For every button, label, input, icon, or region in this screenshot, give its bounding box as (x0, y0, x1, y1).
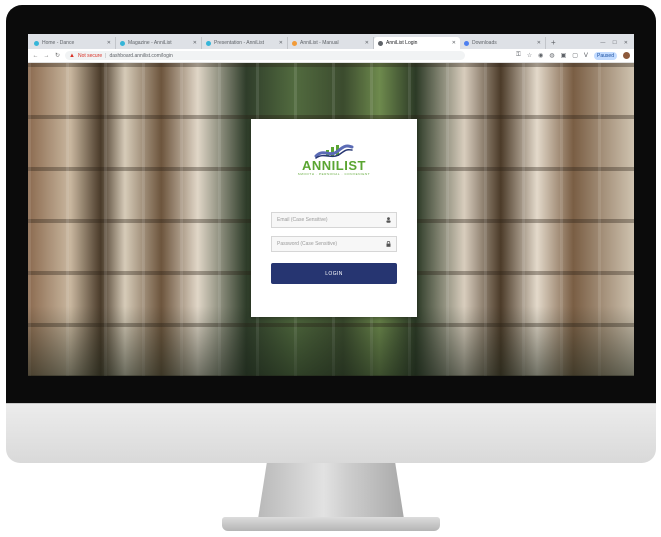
tab-favicon-icon (206, 40, 211, 46)
close-icon[interactable]: ✕ (537, 40, 541, 46)
close-icon[interactable]: ✕ (452, 40, 456, 46)
forward-icon[interactable]: → (43, 53, 50, 59)
close-icon[interactable]: ✕ (365, 40, 369, 46)
user-icon (385, 217, 391, 223)
key-icon[interactable]: ⚿ (516, 52, 521, 59)
browser-tab-5[interactable]: Downloads ✕ (460, 37, 546, 49)
browser-tab-1[interactable]: Magazine - AnniList ✕ (116, 37, 202, 49)
maximize-icon[interactable]: ☐ (612, 37, 616, 49)
minimize-icon[interactable]: — (600, 37, 605, 49)
brand-tagline: SMOOTH · PERSONAL · CONVENIENT (297, 172, 371, 176)
email-input[interactable] (277, 217, 386, 223)
brand-logo: ANNILIST SMOOTH · PERSONAL · CONVENIENT (251, 143, 417, 185)
browser-tab-4[interactable]: AnniList Login ✕ (374, 37, 460, 49)
tab-favicon-icon (34, 40, 39, 46)
extension-icon[interactable]: ▢ (572, 52, 578, 59)
tab-label: Downloads (472, 40, 497, 46)
tab-label: AnniList - Manual (300, 40, 339, 46)
back-icon[interactable]: ← (32, 53, 39, 59)
star-icon[interactable]: ☆ (527, 52, 532, 59)
toolbar-icons: ⚿ ☆ ◉ ◍ ▣ ▢ Ⅴ Paused (516, 51, 630, 60)
screen: Home - Dance ✕ Magazine - AnniList ✕ Pre… (28, 34, 634, 376)
monitor-chin (6, 403, 656, 463)
extension-icon[interactable]: ◉ (538, 52, 543, 59)
window-controls: — ☐ ✕ (600, 37, 634, 49)
extension-icon[interactable]: Ⅴ (584, 52, 588, 59)
lock-icon (385, 241, 391, 247)
tab-favicon-icon (464, 40, 469, 46)
close-icon[interactable]: ✕ (107, 40, 111, 46)
reload-icon[interactable]: ↻ (54, 52, 61, 59)
browser-tab-0[interactable]: Home - Dance ✕ (30, 37, 116, 49)
avatar[interactable] (623, 52, 630, 59)
login-card: ANNILIST SMOOTH · PERSONAL · CONVENIENT … (251, 119, 417, 317)
browser-tab-3[interactable]: AnniList - Manual ✕ (288, 37, 374, 49)
monitor-base (222, 517, 440, 531)
divider: | (105, 52, 107, 59)
brand-name: ANNILIST (302, 158, 366, 173)
new-tab-button[interactable]: + (546, 37, 561, 49)
password-field[interactable] (271, 236, 397, 252)
tab-label: Presentation - AnniList (214, 40, 265, 46)
tab-label: Magazine - AnniList (128, 40, 172, 46)
extension-icon[interactable]: ▣ (561, 52, 567, 59)
tab-favicon-icon (292, 40, 297, 46)
browser-toolbar: ← → ↻ ▲ Not secure | dashboard.annilist.… (28, 49, 634, 63)
extension-icon[interactable]: ◍ (549, 52, 554, 59)
window-close-icon[interactable]: ✕ (624, 37, 628, 49)
monitor-stand (258, 463, 404, 519)
browser-tab-2[interactable]: Presentation - AnniList ✕ (202, 37, 288, 49)
security-label: Not secure (77, 52, 103, 59)
tab-label: AnniList Login (386, 40, 418, 46)
address-bar[interactable]: ▲ Not secure | dashboard.annilist.com/lo… (65, 51, 465, 60)
tab-favicon-icon (378, 40, 383, 46)
tab-favicon-icon (120, 40, 125, 46)
tab-label: Home - Dance (42, 40, 75, 46)
url-text: dashboard.annilist.com/login (109, 52, 173, 59)
login-button[interactable]: LOGIN (271, 263, 397, 284)
logo-chart-icon (314, 144, 354, 159)
email-field[interactable] (271, 212, 397, 228)
close-icon[interactable]: ✕ (279, 40, 283, 46)
profile-badge[interactable]: Paused (594, 51, 617, 60)
close-icon[interactable]: ✕ (193, 40, 197, 46)
warning-icon: ▲ (69, 52, 75, 59)
password-input[interactable] (277, 241, 386, 247)
tab-strip: Home - Dance ✕ Magazine - AnniList ✕ Pre… (28, 34, 634, 49)
